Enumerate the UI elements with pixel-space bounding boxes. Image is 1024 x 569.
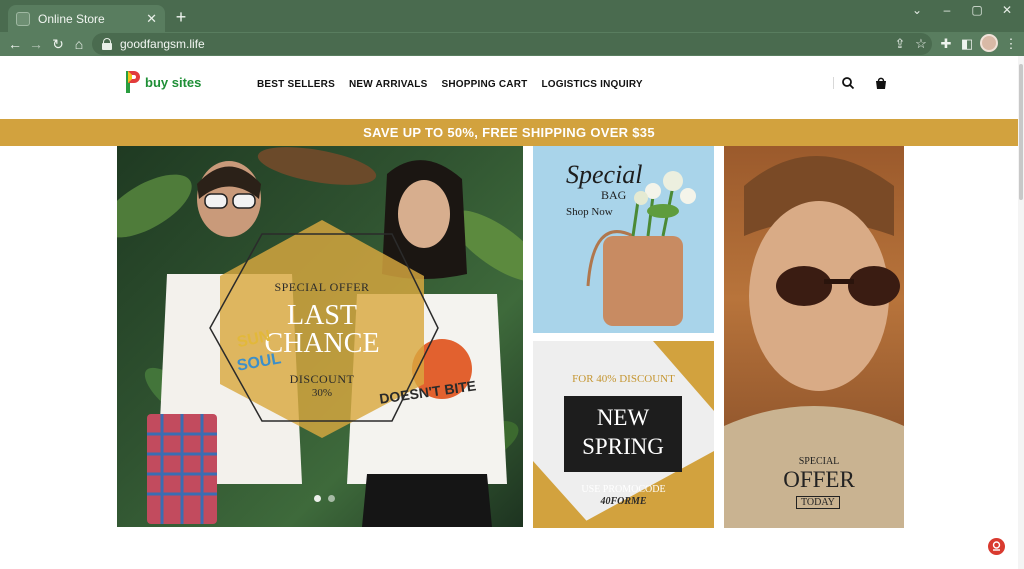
menu-dots-icon[interactable]: ⋮ bbox=[1001, 34, 1021, 54]
nav-shopping-cart[interactable]: SHOPPING CART bbox=[441, 79, 527, 90]
lock-icon bbox=[102, 38, 112, 50]
page-scrollbar[interactable] bbox=[1018, 56, 1024, 569]
carousel-dots bbox=[314, 495, 335, 502]
favicon-icon bbox=[16, 11, 30, 26]
nav-new-arrivals[interactable]: NEW ARRIVALS bbox=[349, 79, 428, 90]
search-icon[interactable] bbox=[841, 76, 855, 90]
carousel-dot-1[interactable] bbox=[314, 495, 321, 502]
special-offer-today-banner[interactable]: SPECIAL OFFER TODAY bbox=[724, 146, 904, 528]
spring-discount: FOR 40% DISCOUNT bbox=[572, 373, 675, 385]
nav-logistics-inquiry[interactable]: LOGISTICS INQUIRY bbox=[541, 79, 642, 90]
special-bag-banner[interactable]: Special BAG Shop Now bbox=[533, 146, 714, 333]
offer-kicker: SPECIAL bbox=[798, 456, 840, 467]
spring-headline-box: NEW SPRING bbox=[564, 396, 682, 472]
reload-icon[interactable]: ↻ bbox=[48, 34, 68, 54]
address-bar[interactable]: goodfangsm.life bbox=[92, 33, 932, 55]
browser-toolbar: ← → ↻ ⌂ goodfangsm.life ⇪ ☆ ✚ ◧ ⋮ bbox=[0, 32, 1024, 56]
carousel-dot-2[interactable] bbox=[328, 495, 335, 502]
bookmark-star-icon[interactable]: ☆ bbox=[911, 34, 931, 54]
site-logo[interactable]: buy sites bbox=[126, 71, 201, 93]
tab-search-icon[interactable]: ⌄ bbox=[902, 0, 932, 22]
logo-text: buy sites bbox=[145, 74, 202, 90]
browser-tab-bar: Online Store ✕ + ⌄ – ▢ ✕ bbox=[0, 0, 1024, 32]
spring-headline-1: NEW bbox=[596, 405, 650, 430]
share-icon[interactable]: ⇪ bbox=[890, 34, 910, 54]
promo-text: SAVE UP TO 50%, FREE SHIPPING OVER $35 bbox=[363, 125, 655, 140]
scrollbar-thumb[interactable] bbox=[1019, 64, 1023, 200]
shopping-bag-icon[interactable] bbox=[874, 76, 888, 90]
minimize-button[interactable]: – bbox=[932, 0, 962, 22]
spring-promo-label: USE PROMOCODE bbox=[581, 484, 666, 495]
maximize-button[interactable]: ▢ bbox=[962, 0, 992, 22]
extensions-icon[interactable]: ✚ bbox=[936, 34, 956, 54]
browser-tab[interactable]: Online Store ✕ bbox=[8, 5, 165, 32]
home-icon[interactable]: ⌂ bbox=[69, 34, 89, 54]
back-arrow-icon[interactable]: ← bbox=[5, 34, 25, 54]
spring-promo-code: 40FORME bbox=[600, 496, 647, 507]
chat-support-icon[interactable] bbox=[988, 538, 1005, 555]
new-spring-banner[interactable]: FOR 40% DISCOUNT NEW SPRING USE PROMOCOD… bbox=[533, 341, 714, 528]
main-kicker: SPECIAL OFFER bbox=[274, 280, 370, 294]
close-tab-icon[interactable]: ✕ bbox=[146, 11, 157, 27]
header-divider bbox=[833, 77, 834, 89]
offer-tag: TODAY bbox=[796, 496, 840, 509]
nav-best-sellers[interactable]: BEST SELLERS bbox=[257, 79, 335, 90]
special-offer-hexagon: SPECIAL OFFER LAST CHANCE DISCOUNT 30% bbox=[202, 216, 442, 441]
forward-arrow-icon[interactable]: → bbox=[26, 34, 46, 54]
close-window-button[interactable]: ✕ bbox=[992, 0, 1022, 22]
main-navigation: BEST SELLERS NEW ARRIVALS SHOPPING CART … bbox=[257, 79, 643, 90]
logo-mark-icon bbox=[126, 71, 142, 93]
side-panel-icon[interactable]: ◧ bbox=[957, 34, 977, 54]
promo-bar[interactable]: SAVE UP TO 50%, FREE SHIPPING OVER $35 bbox=[0, 119, 1018, 146]
tab-title: Online Store bbox=[38, 11, 105, 26]
profile-avatar[interactable] bbox=[980, 34, 998, 52]
url-text: goodfangsm.life bbox=[120, 37, 205, 51]
spring-headline-2: SPRING bbox=[582, 434, 664, 459]
hero-banner-last-chance[interactable]: SPECIAL OFFER LAST CHANCE DISCOUNT 30% S… bbox=[117, 146, 523, 527]
offer-headline: OFFER bbox=[783, 467, 855, 492]
new-tab-button[interactable]: + bbox=[171, 7, 191, 27]
bag-flowers-illustration bbox=[586, 171, 696, 326]
